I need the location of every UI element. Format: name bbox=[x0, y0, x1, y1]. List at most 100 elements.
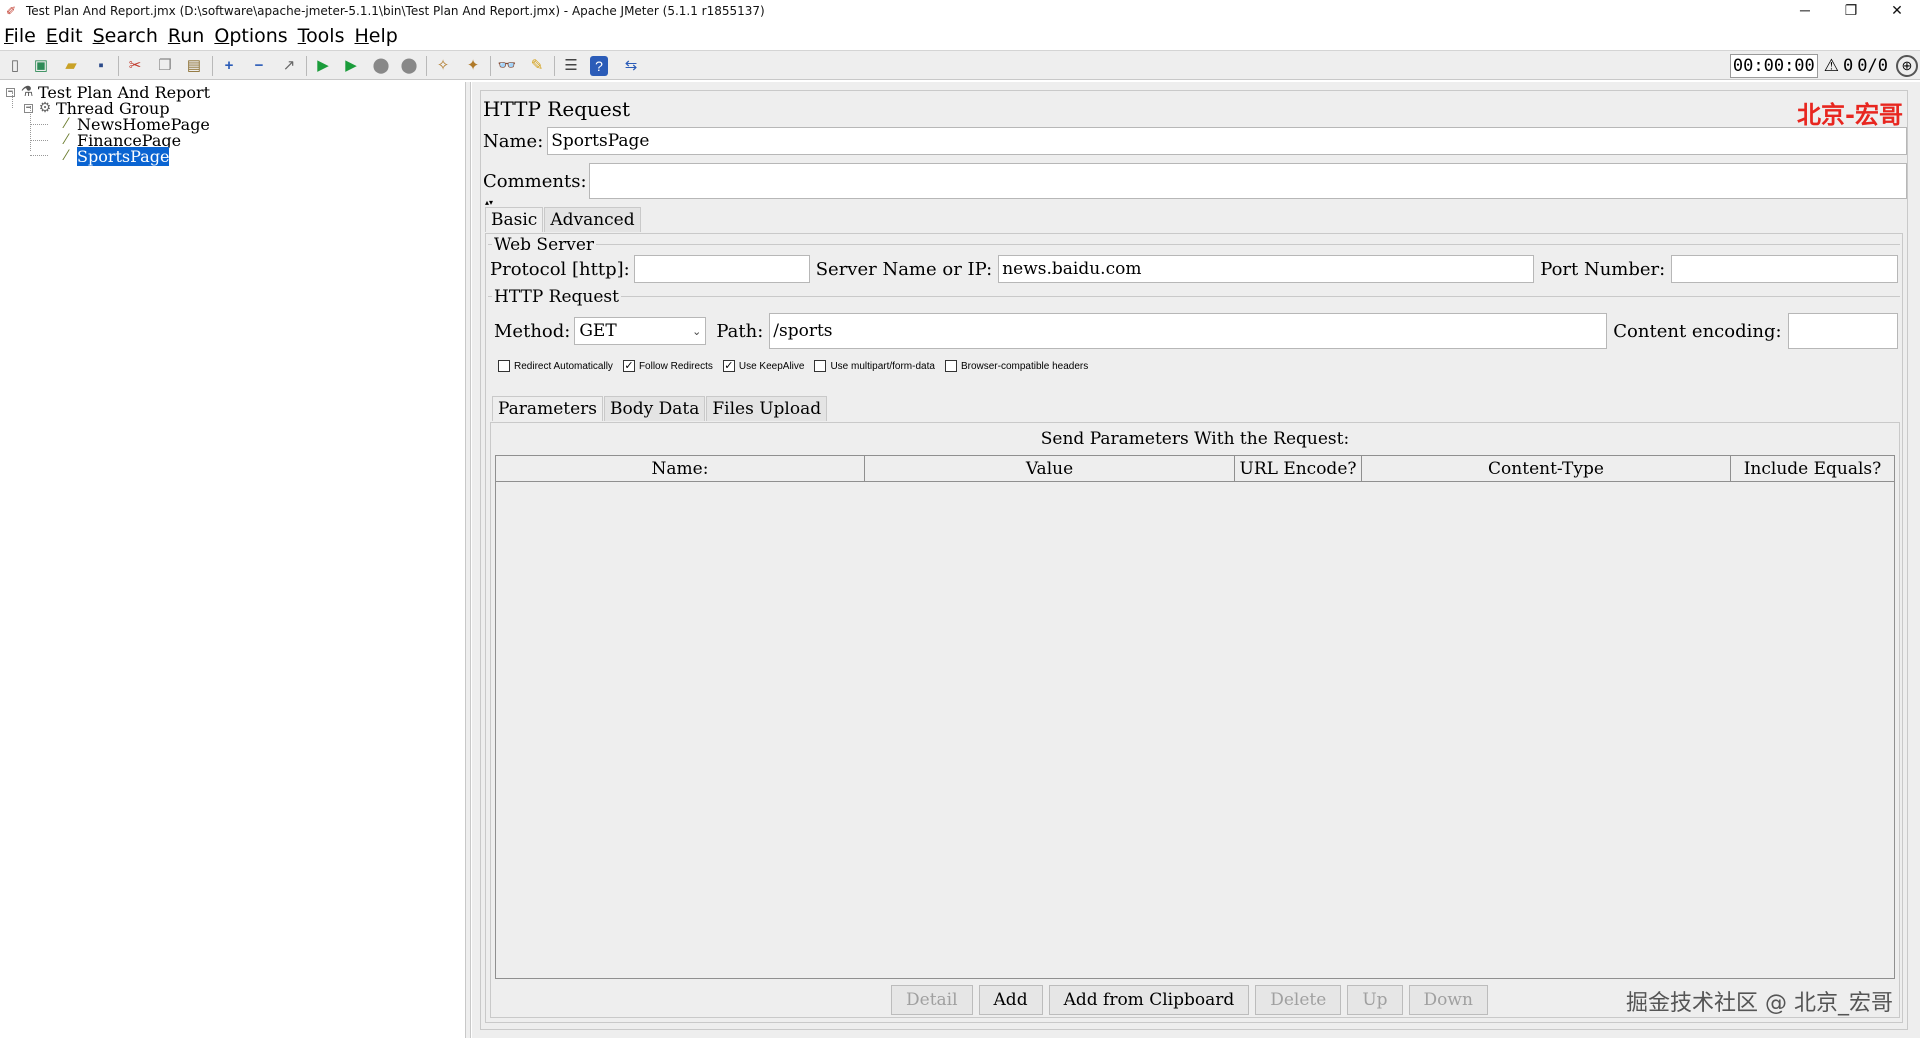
close-button[interactable]: ✕ bbox=[1874, 0, 1920, 22]
server-input[interactable]: news.baidu.com bbox=[998, 255, 1535, 283]
comments-row: Comments: bbox=[481, 163, 1907, 199]
add-button[interactable]: Add bbox=[978, 985, 1043, 1015]
port-label: Port Number: bbox=[1540, 258, 1666, 280]
parameters-table[interactable]: Name: Value URL Encode? Content-Type Inc… bbox=[495, 455, 1895, 979]
protocol-label: Protocol [http]: bbox=[490, 258, 630, 280]
menu-options[interactable]: Options bbox=[214, 25, 287, 47]
checkbox-box[interactable] bbox=[944, 360, 957, 372]
encoding-label: Content encoding: bbox=[1613, 320, 1782, 342]
collapse-arrows-icon[interactable]: ▴▾ bbox=[485, 199, 493, 207]
minimize-button[interactable]: ─ bbox=[1782, 0, 1828, 22]
splitter[interactable] bbox=[466, 82, 471, 1038]
protocol-input[interactable] bbox=[633, 255, 810, 283]
stop-icon[interactable]: ⬤ bbox=[370, 55, 392, 77]
checkmark-icon[interactable]: ✓ bbox=[722, 360, 735, 372]
reset-search-icon[interactable]: ✎ bbox=[526, 55, 548, 77]
open-icon[interactable]: ▰ bbox=[60, 55, 82, 77]
shutdown-icon[interactable]: ⬤ bbox=[398, 55, 420, 77]
parameter-buttons: Detail Add Add from Clipboard Delete Up … bbox=[891, 985, 1494, 1015]
browser-compatible-checkbox[interactable]: Browser-compatible headers bbox=[944, 360, 1088, 372]
tab-basic[interactable]: Basic bbox=[485, 207, 544, 232]
toolbar: ▯ ▣ ▰ ▪ ✂ ❐ ▤ + − ↗ ▶ ▶ ⬤ ⬤ ✧ ✦ 👓 ✎ ☰ ? … bbox=[0, 50, 1920, 80]
menu-run[interactable]: Run bbox=[168, 25, 204, 47]
expand-icon[interactable]: + bbox=[218, 55, 240, 77]
column-value[interactable]: Value bbox=[865, 456, 1235, 481]
tab-body-data[interactable]: Body Data bbox=[604, 396, 706, 421]
collapse-toggle[interactable]: − bbox=[24, 103, 33, 113]
table-header: Name: Value URL Encode? Content-Type Inc… bbox=[496, 456, 1894, 482]
method-select[interactable]: GET ⌄ bbox=[574, 317, 707, 345]
elapsed-timer: 00:00:00 bbox=[1729, 54, 1818, 78]
column-name[interactable]: Name: bbox=[496, 456, 865, 481]
maximize-button[interactable]: ❐ bbox=[1828, 0, 1874, 22]
menu-search[interactable]: Search bbox=[93, 25, 158, 47]
search-icon[interactable]: 👓 bbox=[496, 55, 518, 77]
start-icon[interactable]: ▶ bbox=[312, 55, 334, 77]
warning-icon[interactable]: ⚠ bbox=[1824, 56, 1839, 76]
basic-tab-content: Web Server Protocol [http]: Server Name … bbox=[485, 233, 1903, 1023]
active-threads: 0/0 bbox=[1857, 56, 1888, 76]
method-label: Method: bbox=[494, 320, 571, 342]
checkmark-icon[interactable]: ✓ bbox=[622, 360, 635, 372]
cut-icon[interactable]: ✂ bbox=[124, 55, 146, 77]
encoding-input[interactable] bbox=[1787, 313, 1898, 349]
port-input[interactable] bbox=[1671, 255, 1898, 283]
redirect-automatically-checkbox[interactable]: Redirect Automatically bbox=[498, 360, 613, 372]
panel-title: HTTP Request bbox=[483, 97, 631, 121]
menu-file[interactable]: File bbox=[4, 25, 36, 47]
detail-button[interactable]: Detail bbox=[891, 985, 973, 1015]
http-request-row: Method: GET ⌄ Path: /sports Content enco… bbox=[494, 313, 1898, 349]
collapse-toggle[interactable]: − bbox=[6, 87, 15, 97]
comments-label: Comments: bbox=[483, 170, 587, 192]
paste-icon[interactable]: ▤ bbox=[183, 55, 205, 77]
clear-icon[interactable]: ✧ bbox=[432, 55, 454, 77]
menu-edit[interactable]: Edit bbox=[46, 25, 83, 47]
menu-bar: File Edit Search Run Options Tools Help bbox=[0, 24, 408, 48]
path-input[interactable]: /sports bbox=[769, 313, 1608, 349]
options-checkboxes: Redirect Automatically ✓ Follow Redirect… bbox=[498, 360, 1098, 372]
use-keepalive-checkbox[interactable]: ✓ Use KeepAlive bbox=[722, 360, 804, 372]
menu-help[interactable]: Help bbox=[355, 25, 398, 47]
remote-icon[interactable]: ⇆ bbox=[620, 55, 642, 77]
add-from-clipboard-button[interactable]: Add from Clipboard bbox=[1048, 985, 1250, 1015]
new-icon[interactable]: ▯ bbox=[4, 55, 26, 77]
menu-tools[interactable]: Tools bbox=[298, 25, 345, 47]
toggle-icon[interactable]: ↗ bbox=[278, 55, 300, 77]
function-helper-icon[interactable]: ☰ bbox=[560, 55, 582, 77]
up-button[interactable]: Up bbox=[1347, 985, 1403, 1015]
pipette-icon: ⁄ bbox=[64, 148, 68, 164]
pipette-icon: ⁄ bbox=[64, 132, 68, 148]
copy-icon[interactable]: ❐ bbox=[154, 55, 176, 77]
name-input[interactable]: SportsPage bbox=[547, 127, 1907, 155]
comments-input[interactable] bbox=[588, 163, 1907, 199]
collapse-icon[interactable]: − bbox=[248, 55, 270, 77]
clear-all-icon[interactable]: ✦ bbox=[462, 55, 484, 77]
multipart-checkbox[interactable]: Use multipart/form-data bbox=[814, 360, 935, 372]
tab-advanced[interactable]: Advanced bbox=[544, 207, 641, 232]
delete-button[interactable]: Delete bbox=[1255, 985, 1342, 1015]
save-icon[interactable]: ▪ bbox=[90, 55, 112, 77]
web-server-legend: Web Server bbox=[492, 235, 597, 255]
title-bar: ✐ Test Plan And Report.jmx (D:\software\… bbox=[0, 0, 1920, 22]
follow-redirects-checkbox[interactable]: ✓ Follow Redirects bbox=[622, 360, 713, 372]
down-button[interactable]: Down bbox=[1408, 985, 1488, 1015]
templates-icon[interactable]: ▣ bbox=[30, 55, 52, 77]
column-include-equals[interactable]: Include Equals? bbox=[1731, 456, 1894, 481]
tree-node-sportspage[interactable]: ⁄ SportsPage bbox=[58, 146, 170, 166]
table-caption: Send Parameters With the Request: bbox=[1040, 429, 1350, 449]
start-no-pause-icon[interactable]: ▶ bbox=[340, 55, 362, 77]
tab-parameters[interactable]: Parameters bbox=[492, 396, 603, 421]
web-server-row: Protocol [http]: Server Name or IP: news… bbox=[490, 255, 1898, 283]
column-url-encode[interactable]: URL Encode? bbox=[1235, 456, 1362, 481]
web-server-group: Web Server Protocol [http]: Server Name … bbox=[488, 235, 1900, 284]
help-icon[interactable]: ? bbox=[590, 56, 608, 76]
pipette-icon: ⁄ bbox=[64, 116, 68, 132]
checkbox-label: Redirect Automatically bbox=[514, 360, 613, 372]
checkbox-box[interactable] bbox=[814, 360, 827, 372]
checkbox-box[interactable] bbox=[498, 360, 510, 372]
tree-node-label: SportsPage bbox=[77, 146, 170, 166]
column-content-type[interactable]: Content-Type bbox=[1362, 456, 1731, 481]
test-plan-icon: ⚗ bbox=[20, 84, 34, 100]
tab-files-upload[interactable]: Files Upload bbox=[706, 396, 828, 421]
http-request-legend: HTTP Request bbox=[492, 287, 621, 307]
